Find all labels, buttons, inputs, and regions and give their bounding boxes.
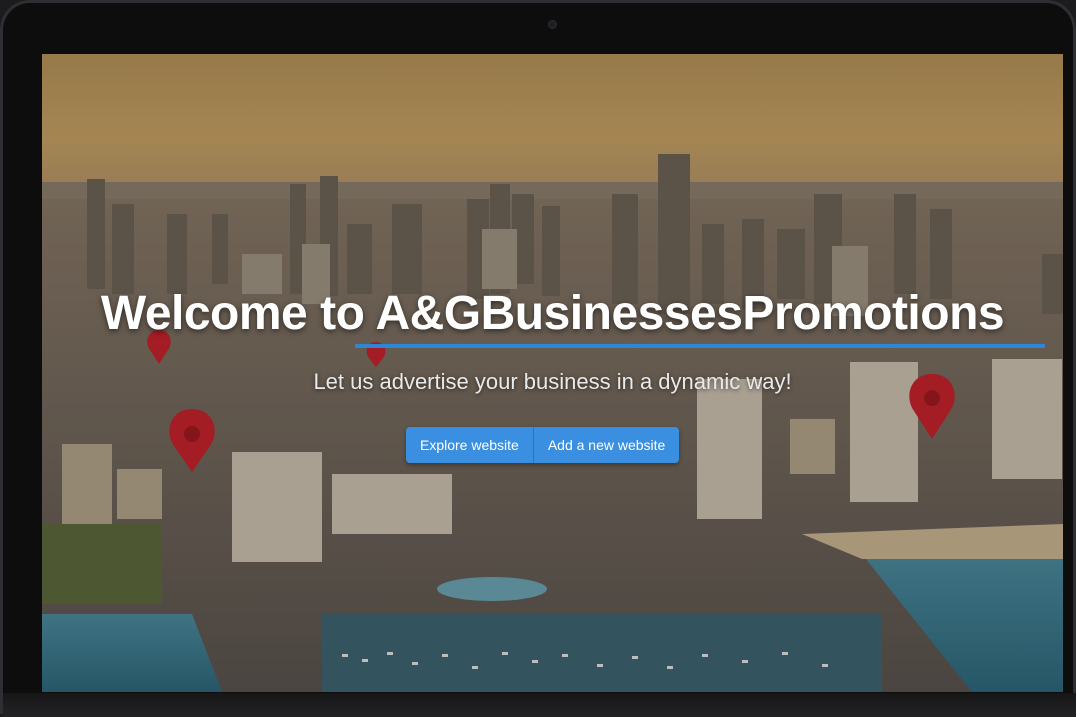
- title-underline: [355, 344, 1045, 348]
- laptop-bottom-bezel: [3, 693, 1076, 717]
- camera-icon: [548, 20, 557, 29]
- hero-subtitle: Let us advertise your business in a dyna…: [313, 369, 792, 394]
- explore-website-button[interactable]: Explore website: [406, 427, 533, 463]
- website-screen: Welcome to A&GBusinessesPromotions Let u…: [42, 54, 1063, 692]
- add-new-website-button[interactable]: Add a new website: [532, 427, 680, 463]
- hero-title: Welcome to A&GBusinessesPromotions: [100, 287, 1005, 340]
- laptop-frame: Welcome to A&GBusinessesPromotions Let u…: [0, 0, 1076, 717]
- hero-button-group: Explore website Add a new website: [406, 427, 680, 463]
